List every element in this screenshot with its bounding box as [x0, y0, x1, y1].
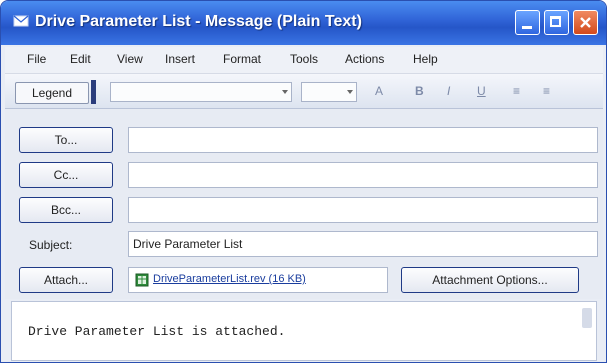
bcc-button[interactable]: Bcc... [19, 197, 113, 223]
legend-button[interactable]: Legend [15, 82, 89, 104]
font-size-combo[interactable] [301, 82, 357, 102]
menu-insert[interactable]: Insert [165, 52, 195, 66]
message-header: To... Cc... Bcc... Subject: Drive Parame… [5, 109, 603, 299]
subject-field[interactable]: Drive Parameter List [128, 231, 598, 257]
font-color-button[interactable]: A [375, 84, 383, 98]
spreadsheet-file-icon [135, 273, 149, 287]
window-title: Drive Parameter List - Message (Plain Te… [35, 13, 362, 30]
message-icon [13, 15, 29, 27]
menu-edit[interactable]: Edit [70, 52, 91, 66]
cc-field[interactable] [128, 162, 598, 188]
to-button[interactable]: To... [19, 127, 113, 153]
close-icon [580, 17, 591, 28]
message-window: Drive Parameter List - Message (Plain Te… [0, 0, 607, 363]
attach-button[interactable]: Attach... [19, 267, 113, 293]
toolbar-grip[interactable] [91, 80, 96, 104]
bold-button[interactable]: B [415, 84, 424, 98]
title-bar[interactable]: Drive Parameter List - Message (Plain Te… [1, 1, 606, 45]
chevron-down-icon [347, 90, 353, 94]
menu-help[interactable]: Help [413, 52, 438, 66]
close-button[interactable] [573, 10, 598, 35]
menu-file[interactable]: File [27, 52, 46, 66]
menu-bar: File Edit View Insert Format Tools Actio… [5, 47, 603, 74]
align-center-button[interactable]: ≡ [543, 84, 550, 98]
attachment-link[interactable]: DriveParameterList.rev (16 KB) [153, 273, 306, 285]
to-field[interactable] [128, 127, 598, 153]
formatting-toolbar: Legend A B I U ≡ ≡ [5, 74, 603, 109]
minimize-icon [522, 26, 532, 29]
message-body-text: Drive Parameter List is attached. [28, 324, 286, 339]
maximize-button[interactable] [544, 10, 569, 35]
align-left-button[interactable]: ≡ [513, 84, 520, 98]
chevron-down-icon [282, 90, 288, 94]
menu-tools[interactable]: Tools [290, 52, 318, 66]
attachment-field: DriveParameterList.rev (16 KB) [128, 267, 388, 293]
attachment-options-button[interactable]: Attachment Options... [401, 267, 579, 293]
menu-view[interactable]: View [117, 52, 143, 66]
subject-label: Subject: [29, 238, 73, 252]
italic-button[interactable]: I [447, 84, 450, 98]
message-body[interactable]: Drive Parameter List is attached. [11, 301, 597, 361]
cc-button[interactable]: Cc... [19, 162, 113, 188]
underline-button[interactable]: U [477, 84, 486, 98]
vertical-scrollbar[interactable] [582, 308, 592, 328]
menu-format[interactable]: Format [223, 52, 261, 66]
bcc-field[interactable] [128, 197, 598, 223]
minimize-button[interactable] [515, 10, 540, 35]
maximize-icon [550, 16, 561, 27]
font-name-combo[interactable] [110, 82, 292, 102]
menu-actions[interactable]: Actions [345, 52, 384, 66]
